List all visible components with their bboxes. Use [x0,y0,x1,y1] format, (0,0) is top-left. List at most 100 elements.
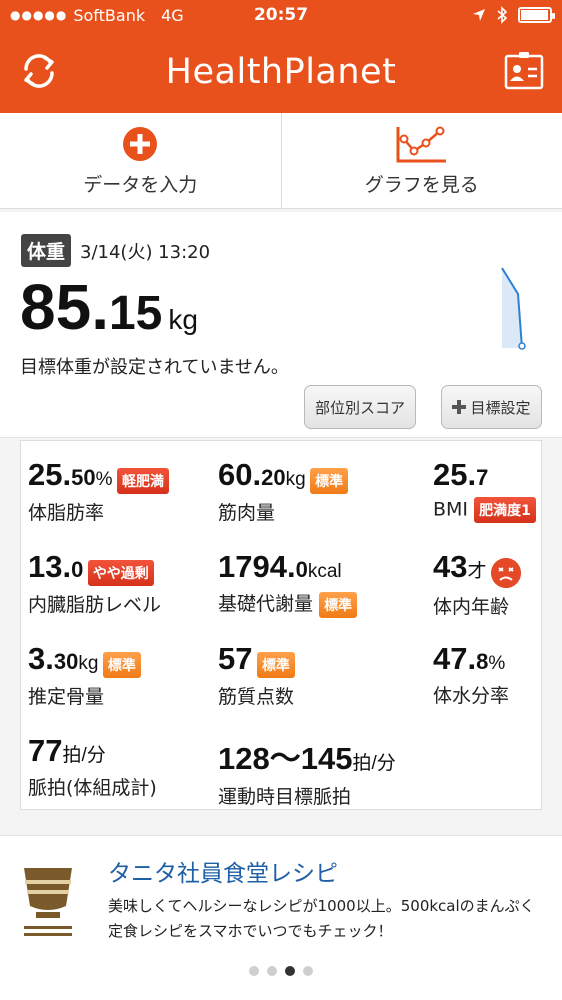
value-dec: 7 [476,465,489,490]
metric-bmr[interactable]: 1794.0kcal 基礎代謝量 標準 [218,549,358,618]
metric-value: 128〜145拍/分 [218,733,396,778]
value-int: 60. [218,457,262,492]
body-composition-panel: 25.50% 軽肥満 体脂肪率 60.20kg 標準 筋肉量 25.7 BMI … [20,440,542,810]
recipe-banner[interactable]: タニタ社員食堂レシピ 美味しくてヘルシーなレシピが1000以上。500kcalの… [0,835,562,1000]
goal-message: 目標体重が設定されていません。 [20,357,289,378]
value-unit: kg [78,653,99,674]
battery-icon [518,7,555,23]
metric-label: 体水分率 [433,685,510,707]
value-dec: 30 [53,649,79,674]
metric-value: 3.30kg 標準 [28,641,141,678]
page-indicator [0,966,562,976]
location-arrow-icon [473,9,485,21]
metric-label: 体脂肪率 [28,501,105,524]
metric-value: 57 標準 [218,641,295,678]
weight-date: 3/14(火) 13:20 [80,242,211,263]
value-int: 77 [28,733,63,768]
metric-bmi[interactable]: 25.7 BMI 肥満度1 [433,457,536,523]
metric-value: 25.7 [433,457,536,493]
page-dot[interactable] [267,966,277,976]
metric-label: 脈拍(体組成計) [28,777,157,799]
app-logo: HealthPlanet [165,51,397,92]
value-dec: 0 [71,557,84,582]
sad-face-icon [490,557,521,588]
value-int: 25. [433,457,477,492]
metric-bone-mass[interactable]: 3.30kg 標準 推定骨量 [28,641,141,709]
metric-label-row: BMI 肥満度1 [433,497,536,523]
page-dot[interactable] [285,966,295,976]
metric-label: 体内年齢 [433,595,510,618]
weight-unit: kg [168,304,198,335]
metric-label: 運動時目標脈拍 [218,786,352,808]
plus-icon [452,400,467,414]
status-badge: 標準 [319,591,358,618]
status-bar: ●●●●● SoftBank 4G 20:57 [0,0,562,30]
id-card-icon[interactable] [503,50,545,92]
metric-visceral-fat[interactable]: 13.0 やや過剰 内臓脂肪レベル [28,549,161,617]
metric-body-water[interactable]: 47.8% 体水分率 [433,641,509,708]
value-dec: 20 [261,465,286,490]
value-unit: 才 [467,561,487,582]
metric-body-age[interactable]: 43才 体内年齢 [433,549,521,619]
status-badge: 軽肥満 [116,467,169,494]
metric-value: 13.0 やや過剰 [28,549,161,586]
rice-bowl-icon [24,868,72,936]
page-dot[interactable] [303,966,313,976]
metric-pulse[interactable]: 77拍/分 脈拍(体組成計) [28,733,157,800]
value-int: 3. [28,641,54,676]
value-int: 57 [218,641,253,676]
metric-label: 推定骨量 [28,685,105,708]
app-header: HealthPlanet [0,30,562,113]
bluetooth-icon [497,6,508,24]
line-graph-icon [396,126,446,163]
metric-muscle[interactable]: 60.20kg 標準 筋肉量 [218,457,349,525]
plus-circle-icon [123,127,158,161]
value-unit: 拍/分 [352,753,396,774]
weight-value-dec: 15 [108,287,163,340]
status-badge: やや過剰 [87,559,154,586]
value-unit: kg [285,469,306,490]
weight-value: 85.15 kg [20,270,198,344]
metric-value: 47.8% [433,641,509,677]
metric-target-pulse[interactable]: 128〜145拍/分 運動時目標脈拍 [218,733,396,809]
weight-value-int: 85. [20,271,109,343]
enter-data-button[interactable]: データを入力 [0,113,281,208]
top-bar: ●●●●● SoftBank 4G 20:57 HealthPlanet [0,0,562,113]
part-score-button[interactable]: 部位別スコア [304,385,416,429]
metric-value: 25.50% 軽肥満 [28,457,169,494]
refresh-icon[interactable] [17,49,61,93]
status-badge: 標準 [310,467,349,494]
metric-value: 43才 [433,549,521,588]
value-unit: kcal [307,561,342,582]
weight-sparkline[interactable] [498,264,532,350]
metric-body-fat[interactable]: 25.50% 軽肥満 体脂肪率 [28,457,169,525]
view-graph-button[interactable]: グラフを見る [280,113,562,208]
status-badge: 標準 [102,651,141,678]
metric-muscle-score[interactable]: 57 標準 筋質点数 [218,641,295,709]
metric-value: 1794.0kcal [218,549,357,585]
metric-value: 77拍/分 [28,733,157,769]
value-dec: 50 [71,465,96,490]
weight-tag: 体重 [21,234,72,267]
metric-value: 60.20kg 標準 [218,457,349,494]
status-badge: 肥満度1 [474,497,536,523]
metric-label: 筋肉量 [218,501,276,524]
value-int: 1794. [218,549,296,584]
value-int: 43 [433,549,468,584]
weight-panel: 体重 3/14(火) 13:20 85.15 kg 目標体重が設定されていません。… [0,212,562,438]
value-dec: 8 [476,649,489,674]
value-unit: 拍/分 [62,745,106,766]
part-score-label: 部位別スコア [315,398,406,417]
page-dot[interactable] [249,966,259,976]
goal-setting-label: 目標設定 [470,398,531,417]
metric-label-row: 基礎代謝量 標準 [218,589,358,618]
value-unit: % [488,653,506,674]
metric-label: 筋質点数 [218,685,295,708]
value-int: 47. [433,641,477,676]
enter-data-label: データを入力 [83,174,198,196]
recipe-title[interactable]: タニタ社員食堂レシピ [108,854,338,888]
value-unit: % [95,469,113,490]
action-bar: データを入力 グラフを見る [0,113,562,209]
goal-setting-button[interactable]: 目標設定 [441,385,542,429]
view-graph-label: グラフを見る [364,174,479,196]
